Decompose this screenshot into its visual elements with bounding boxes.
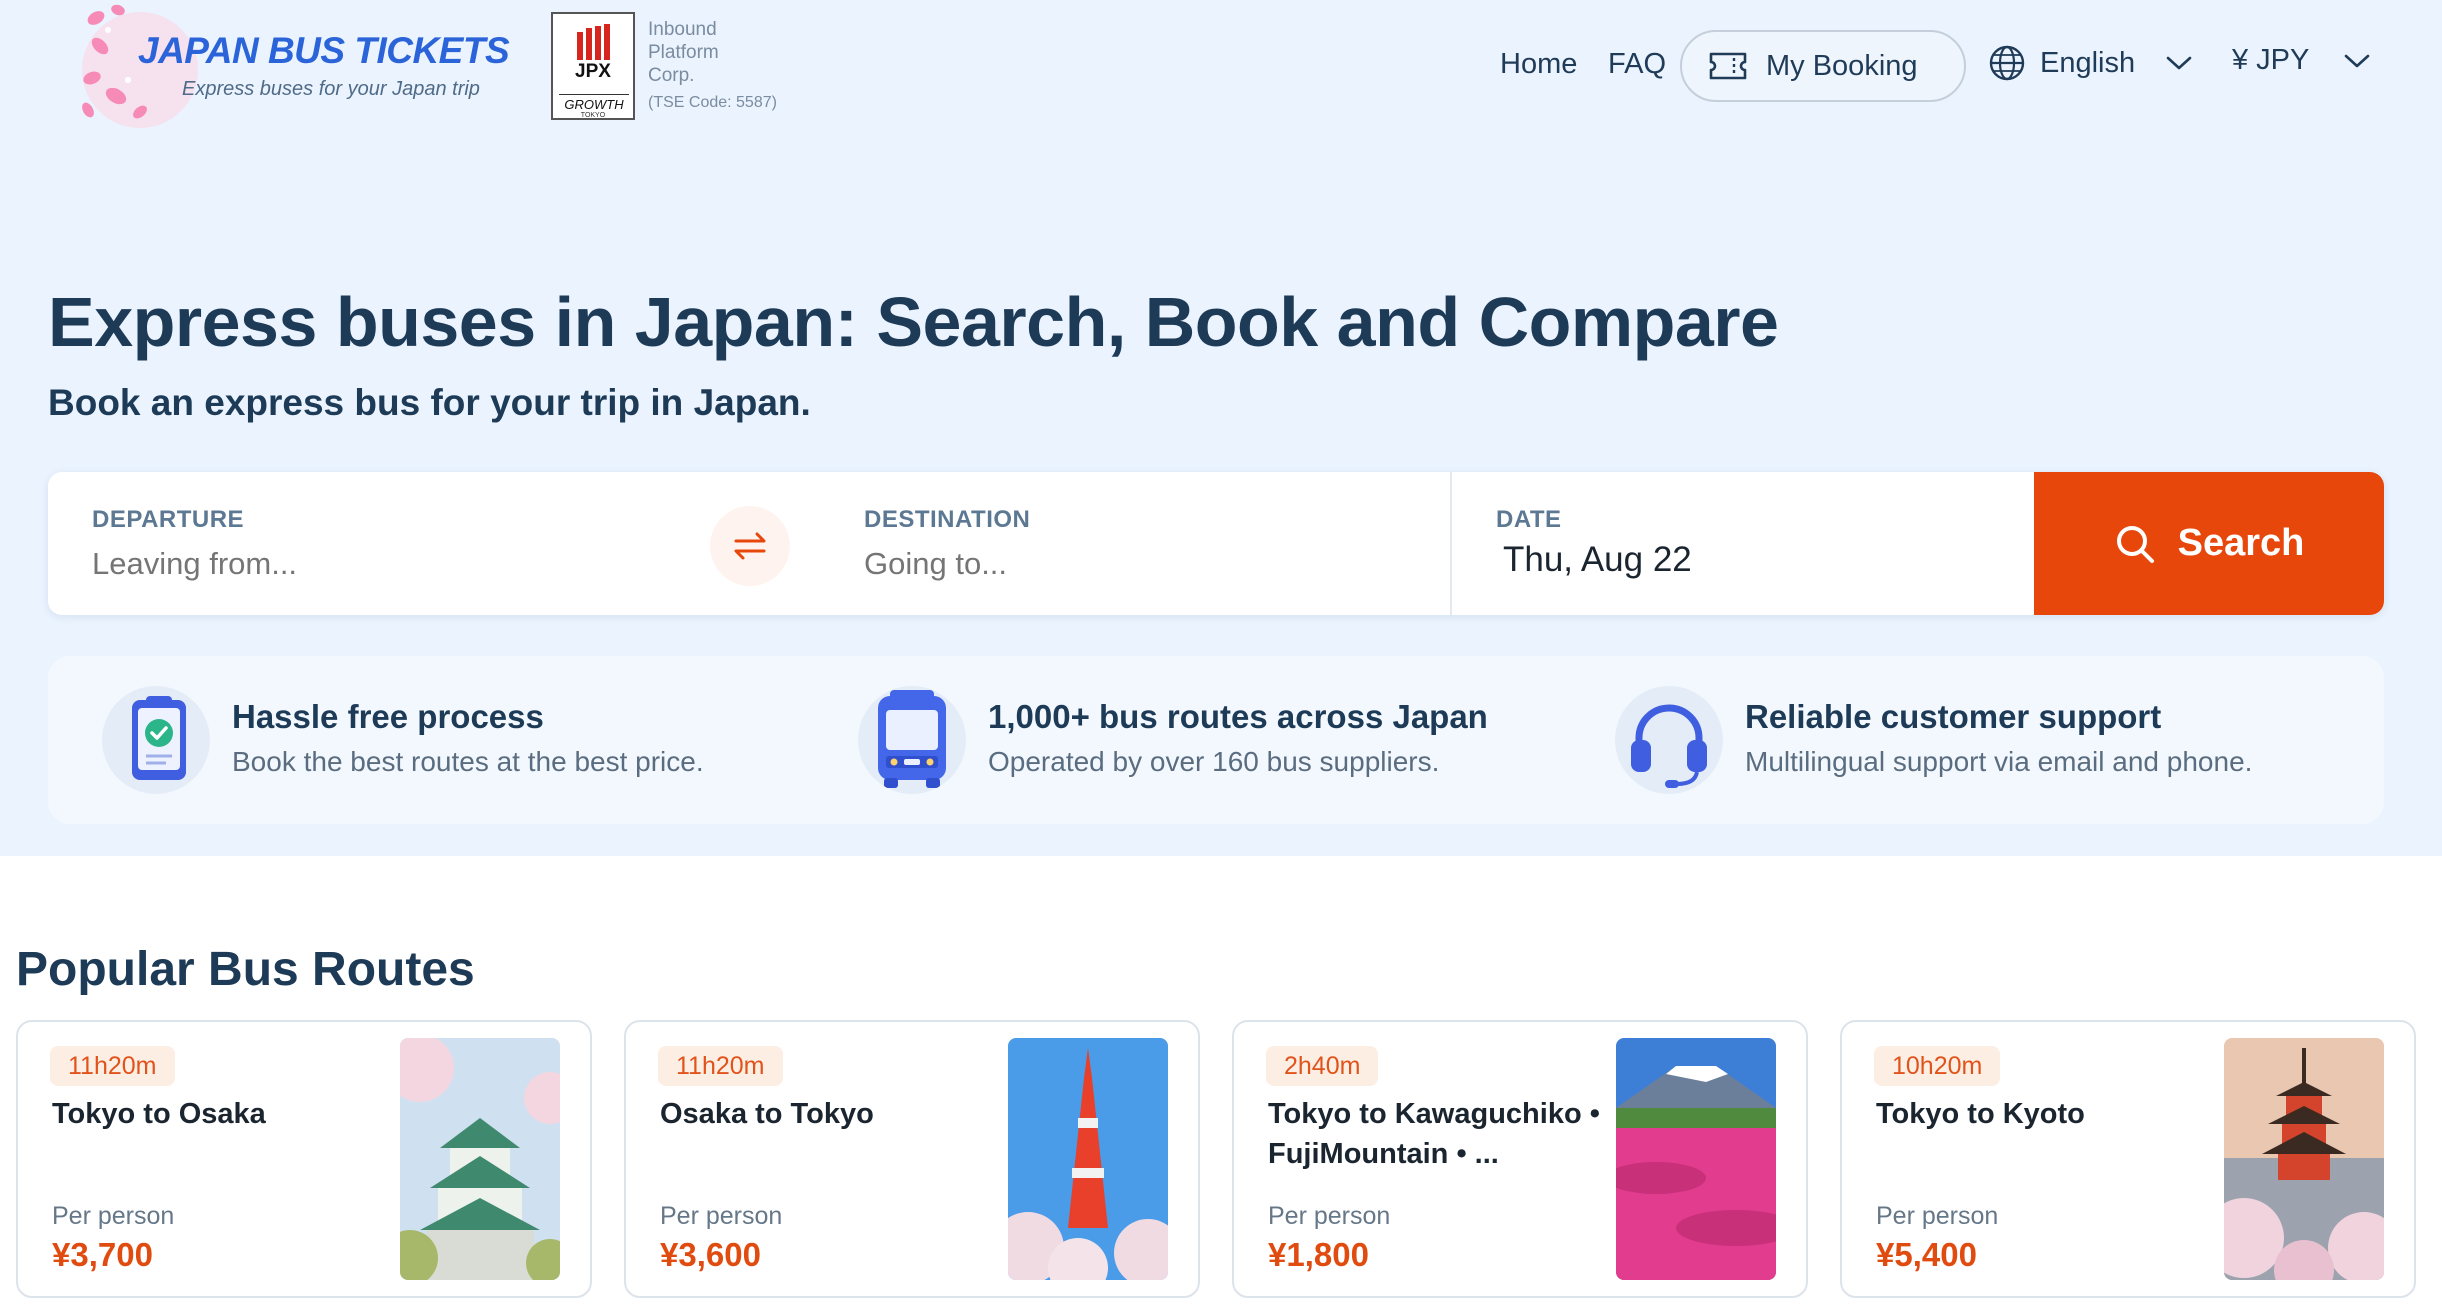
osaka-castle-image xyxy=(400,1038,560,1280)
nav-faq-link[interactable]: FAQ xyxy=(1608,48,1666,81)
feature-description: Book the best routes at the best price. xyxy=(232,746,704,777)
site-logo[interactable]: JAPAN BUS TICKETS Express buses for your… xyxy=(78,0,518,135)
mount-fuji-image xyxy=(1616,1038,1776,1280)
language-selector[interactable]: English xyxy=(1988,44,2193,82)
tokyo-tower-image xyxy=(1008,1038,1168,1280)
field-divider xyxy=(1450,472,1452,615)
route-name: Osaka to Tokyo xyxy=(660,1098,874,1130)
route-name: Tokyo to Kawaguchiko • FujiMountain • ..… xyxy=(1268,1098,1600,1170)
corp-line-3: Corp. xyxy=(648,65,695,86)
feature-description: Operated by over 160 bus suppliers. xyxy=(988,746,1440,777)
destination-input[interactable] xyxy=(864,546,1424,582)
destination-label: DESTINATION xyxy=(864,506,1031,533)
corp-line-2: Platform xyxy=(648,42,719,63)
search-bar: DEPARTURE DESTINATION DATE Thu, Aug 22 S… xyxy=(48,472,2384,615)
jpx-label: JPX xyxy=(575,61,611,82)
popular-routes-heading: Popular Bus Routes xyxy=(16,943,475,996)
route-price: ¥5,400 xyxy=(1876,1236,1977,1273)
kyoto-pagoda-image xyxy=(2224,1038,2384,1280)
per-person-label: Per person xyxy=(1876,1202,1999,1230)
per-person-label: Per person xyxy=(1268,1202,1391,1230)
feature-description: Multilingual support via email and phone… xyxy=(1745,746,2253,777)
ticket-icon xyxy=(1709,52,1747,80)
jpx-tokyo-label: TOKYO xyxy=(580,112,606,119)
route-card[interactable]: 11h20m Tokyo to Osaka Per person ¥3,700 xyxy=(16,1020,592,1298)
route-name: Tokyo to Osaka xyxy=(52,1098,266,1130)
route-price: ¥3,600 xyxy=(660,1236,761,1273)
nav-home-link[interactable]: Home xyxy=(1500,48,1577,81)
currency-label: ¥ JPY xyxy=(2232,44,2310,76)
jpx-growth-logo: JPX GROWTH TOKYO xyxy=(551,12,635,120)
duration-badge: 11h20m xyxy=(658,1046,783,1086)
route-card[interactable]: 2h40m Tokyo to Kawaguchiko • FujiMountai… xyxy=(1232,1020,1808,1298)
checklist-phone-icon xyxy=(102,686,210,794)
date-label: DATE xyxy=(1496,506,1562,533)
chevron-down-icon xyxy=(2166,56,2192,70)
bus-icon xyxy=(858,686,966,794)
route-price: ¥3,700 xyxy=(52,1236,153,1273)
currency-selector[interactable]: ¥ JPY xyxy=(2232,44,2371,77)
swap-button[interactable] xyxy=(710,506,790,586)
route-card[interactable]: 11h20m Osaka to Tokyo Per person ¥3,600 xyxy=(624,1020,1200,1298)
page-title: Express buses in Japan: Search, Book and… xyxy=(48,283,1779,361)
per-person-label: Per person xyxy=(660,1202,783,1230)
duration-badge: 2h40m xyxy=(1266,1046,1379,1086)
jpx-growth-label: GROWTH xyxy=(559,94,629,112)
logo-tagline: Express buses for your Japan trip xyxy=(182,78,480,100)
page-subtitle: Book an express bus for your trip in Jap… xyxy=(48,382,811,423)
globe-icon xyxy=(1989,45,2025,81)
jpx-bars-icon xyxy=(577,24,610,60)
chevron-down-icon xyxy=(2345,54,2370,67)
route-name: Tokyo to Kyoto xyxy=(1876,1098,2085,1130)
my-booking-button[interactable]: My Booking xyxy=(1680,30,1966,102)
my-booking-label: My Booking xyxy=(1766,49,1918,82)
route-price: ¥1,800 xyxy=(1268,1236,1369,1273)
features-strip: Hassle free process Book the best routes… xyxy=(48,656,2384,824)
tse-code: (TSE Code: 5587) xyxy=(648,94,777,111)
logo-title: JAPAN BUS TICKETS xyxy=(138,30,510,71)
feature-title: 1,000+ bus routes across Japan xyxy=(988,698,1488,735)
duration-badge: 11h20m xyxy=(50,1046,175,1086)
corp-line-1: Inbound xyxy=(648,19,717,40)
date-field[interactable]: Thu, Aug 22 xyxy=(1503,540,1692,580)
search-icon xyxy=(2116,525,2154,563)
corporate-info: Inbound Platform Corp. (TSE Code: 5587) xyxy=(648,18,777,114)
duration-badge: 10h20m xyxy=(1874,1046,2001,1086)
headset-icon xyxy=(1615,686,1723,794)
swap-arrows-icon xyxy=(734,532,766,560)
departure-input[interactable] xyxy=(92,546,652,582)
feature-title: Reliable customer support xyxy=(1745,698,2162,735)
search-button-label: Search xyxy=(2177,522,2305,564)
language-label: English xyxy=(2040,46,2136,79)
route-card[interactable]: 10h20m Tokyo to Kyoto Per person ¥5,400 xyxy=(1840,1020,2416,1298)
per-person-label: Per person xyxy=(52,1202,175,1230)
departure-label: DEPARTURE xyxy=(92,506,245,533)
feature-title: Hassle free process xyxy=(232,698,544,735)
search-button[interactable]: Search xyxy=(2034,472,2384,615)
